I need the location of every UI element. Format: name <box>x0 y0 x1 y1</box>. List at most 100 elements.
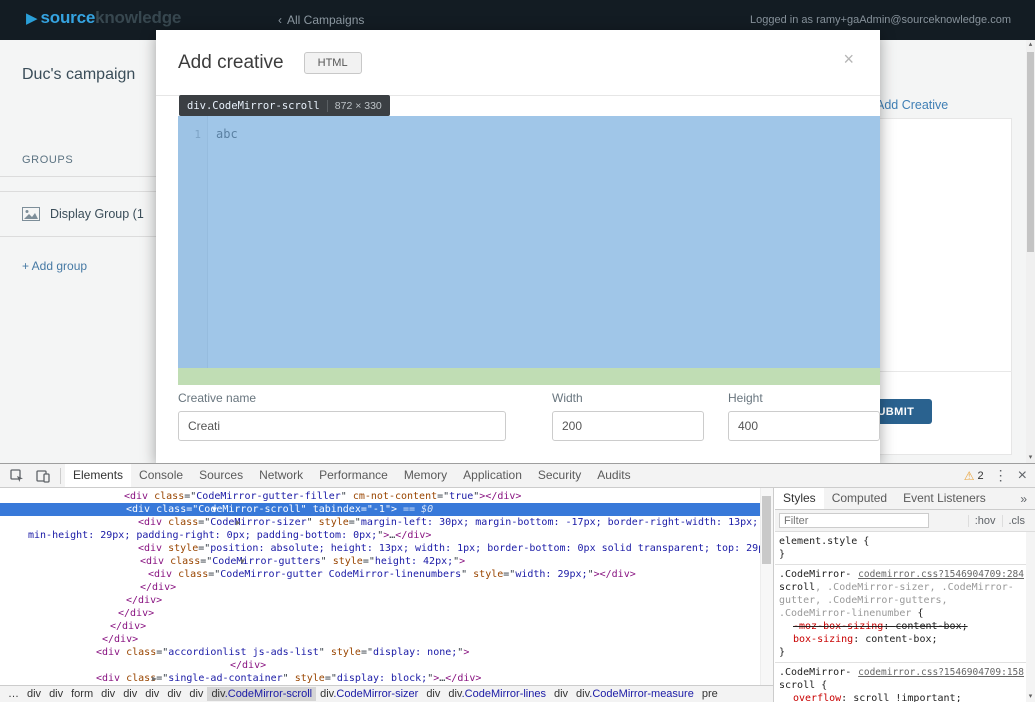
code-editor[interactable]: 1 abc <box>178 116 880 368</box>
breadcrumb-item[interactable]: div.CodeMirror-sizer <box>316 687 422 701</box>
styles-pane: StylesComputedEvent Listeners » :hov .cl… <box>775 488 1035 702</box>
breadcrumb-item[interactable]: … <box>4 687 23 701</box>
css-property[interactable]: -moz-box-sizing: content-box; <box>779 620 1024 633</box>
collapse-arrow-icon[interactable]: ▼ <box>114 503 217 516</box>
toolbar-separator <box>60 468 61 484</box>
page-scrollbar[interactable]: ▴ ▾ <box>1026 40 1035 463</box>
breadcrumb-bar: …divdivformdivdivdivdivdivdiv.CodeMirror… <box>0 685 773 702</box>
devtools-content: <div class="CodeMirror-gutter-filler" cm… <box>0 488 1035 702</box>
tree-scrollbar-thumb[interactable] <box>762 496 771 564</box>
styles-tab-styles[interactable]: Styles <box>775 488 824 509</box>
devtools-close-icon[interactable]: × <box>1018 468 1027 484</box>
breadcrumb-item[interactable]: div <box>97 687 119 701</box>
tree-node[interactable]: <div class="CodeMirror-gutter-filler" cm… <box>0 490 773 503</box>
tree-node[interactable]: </div> <box>0 620 773 633</box>
pseudo-state-button[interactable]: :hov <box>968 515 1002 527</box>
expand-arrow-icon[interactable]: ▶ <box>84 672 157 685</box>
devtools-tab-audits[interactable]: Audits <box>589 464 638 487</box>
brand-secondary: knowledge <box>95 8 181 28</box>
editor-gutter: 1 <box>178 116 208 368</box>
all-campaigns-link[interactable]: ‹All Campaigns <box>278 13 364 27</box>
screen: Duc's campaign GROUPS Display Group (1 +… <box>0 0 1035 702</box>
close-icon[interactable]: × <box>843 50 854 68</box>
styles-scroll-down-icon[interactable]: ▾ <box>1026 692 1035 702</box>
tree-node[interactable]: <div style="position: absolute; height: … <box>0 542 773 555</box>
breadcrumb-item[interactable]: div <box>141 687 163 701</box>
height-field: Height <box>728 391 880 441</box>
breadcrumb-item[interactable]: div.CodeMirror-scroll <box>207 687 316 701</box>
styles-tab-event-listeners[interactable]: Event Listeners <box>895 488 994 509</box>
add-group-link[interactable]: + Add group <box>22 259 87 273</box>
inspect-element-icon[interactable] <box>9 468 25 484</box>
tree-node[interactable]: </div> <box>0 659 773 672</box>
logged-in-text: Logged in as ramy+gaAdmin@sourceknowledg… <box>750 14 1011 26</box>
styles-filter-row: :hov .cls <box>775 510 1035 532</box>
tree-node[interactable]: ▼<div class="CodeMirror-scroll" tabindex… <box>0 503 773 516</box>
breadcrumb-item[interactable]: div.CodeMirror-lines <box>444 687 550 701</box>
stylesheet-link[interactable]: codemirror.css?1546904709:284 <box>858 568 1024 581</box>
devtools-tab-performance[interactable]: Performance <box>311 464 396 487</box>
breadcrumb-item[interactable]: div <box>119 687 141 701</box>
scroll-up-arrow-icon[interactable]: ▴ <box>1026 40 1035 50</box>
devtools-tab-memory[interactable]: Memory <box>396 464 455 487</box>
devtools-tab-console[interactable]: Console <box>131 464 191 487</box>
tree-node[interactable]: ▼<div class="CodeMirror-gutters" style="… <box>0 555 773 568</box>
devtools-tab-sources[interactable]: Sources <box>191 464 251 487</box>
breadcrumb-item[interactable]: div <box>163 687 185 701</box>
tooltip-dimensions: 872 × 330 <box>335 100 382 112</box>
warnings-badge[interactable]: ⚠ 2 <box>964 469 984 483</box>
styles-scrollbar[interactable]: ▾ <box>1026 532 1035 702</box>
breadcrumb-item[interactable]: div <box>23 687 45 701</box>
devtools-tab-network[interactable]: Network <box>251 464 311 487</box>
devtools-tab-security[interactable]: Security <box>530 464 589 487</box>
panel-divider <box>878 371 1012 372</box>
expand-arrow-icon[interactable]: ▶ <box>126 516 241 529</box>
logo[interactable]: ▶ source knowledge <box>26 8 181 28</box>
breadcrumb-item[interactable]: form <box>67 687 97 701</box>
tree-node[interactable]: ▶<div class="single-ad-container" style=… <box>0 672 773 685</box>
tabs-overflow-icon[interactable]: » <box>1020 492 1035 506</box>
breadcrumb-item[interactable]: div <box>185 687 207 701</box>
style-rule: codemirror.css?1546904709:158.CodeMirror… <box>775 663 1026 702</box>
device-toolbar-icon[interactable] <box>35 468 51 484</box>
scroll-down-arrow-icon[interactable]: ▾ <box>1026 453 1035 463</box>
devtools-menu-icon[interactable]: ⋮ <box>994 467 1008 484</box>
creative-fields: Creative name Width Height <box>178 391 858 463</box>
breadcrumb-item[interactable]: div <box>422 687 444 701</box>
width-label: Width <box>552 391 704 405</box>
devtools-tab-application[interactable]: Application <box>455 464 530 487</box>
devtools-toolbar: ElementsConsoleSourcesNetworkPerformance… <box>0 464 1035 488</box>
breadcrumb-item[interactable]: div <box>45 687 67 701</box>
scrollbar-thumb[interactable] <box>1027 52 1034 252</box>
width-input[interactable] <box>552 411 704 441</box>
tree-node[interactable]: <div class="accordionlist js-ads-list" s… <box>0 646 773 659</box>
tree-node[interactable]: </div> <box>0 581 773 594</box>
tree-node[interactable]: </div> <box>0 594 773 607</box>
css-property[interactable]: box-sizing: content-box; <box>779 633 1024 646</box>
html-format-button[interactable]: HTML <box>304 52 362 74</box>
devtools-panel: ElementsConsoleSourcesNetworkPerformance… <box>0 463 1035 702</box>
add-creative-link[interactable]: Add Creative <box>876 98 948 112</box>
creative-name-input[interactable] <box>178 411 506 441</box>
devtools-toolbar-right: ⚠ 2 ⋮ × <box>964 467 1035 484</box>
stylesheet-link[interactable]: codemirror.css?1546904709:158 <box>858 666 1024 679</box>
tree-node[interactable]: </div> <box>0 633 773 646</box>
tree-node[interactable]: ▶<div class="CodeMirror-sizer" style="ma… <box>0 516 773 542</box>
styles-tab-computed[interactable]: Computed <box>824 488 895 509</box>
styles-tabs-items: StylesComputedEvent Listeners <box>775 488 994 509</box>
height-input[interactable] <box>728 411 880 441</box>
styles-tabs: StylesComputedEvent Listeners » <box>775 488 1035 510</box>
tree-scrollbar[interactable] <box>760 488 773 685</box>
devtools-tab-elements[interactable]: Elements <box>65 464 131 487</box>
tree-node[interactable]: </div> <box>0 607 773 620</box>
breadcrumb-item[interactable]: pre <box>698 687 722 701</box>
css-property[interactable]: overflow: scroll !important; <box>779 692 1024 702</box>
breadcrumb-item[interactable]: div <box>550 687 572 701</box>
styles-filter-input[interactable] <box>779 513 929 528</box>
collapse-arrow-icon[interactable]: ▼ <box>128 555 245 568</box>
inspect-tooltip: div.CodeMirror-scroll 872 × 330 <box>179 95 390 116</box>
warning-count: 2 <box>978 470 984 482</box>
breadcrumb-item[interactable]: div.CodeMirror-measure <box>572 687 698 701</box>
tree-node[interactable]: <div class="CodeMirror-gutter CodeMirror… <box>0 568 773 581</box>
element-class-button[interactable]: .cls <box>1002 515 1032 527</box>
